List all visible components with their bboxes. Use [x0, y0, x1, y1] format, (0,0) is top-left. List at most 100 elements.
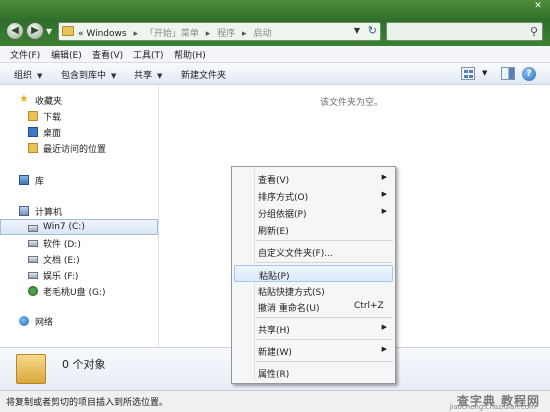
- nav-desktop[interactable]: 桌面: [0, 124, 158, 140]
- nav-label: Win7 (C:): [43, 222, 85, 232]
- nav-computer[interactable]: 计算机: [0, 203, 158, 219]
- nav-network[interactable]: 网络: [0, 313, 158, 329]
- ctx-share[interactable]: 共享(H) ▶: [234, 320, 393, 337]
- preview-pane-icon[interactable]: [501, 67, 515, 80]
- menu-view[interactable]: 查看(V): [92, 48, 123, 61]
- submenu-arrow-icon: ▶: [381, 345, 387, 353]
- menu-tools[interactable]: 工具(T): [133, 48, 164, 61]
- ctx-properties[interactable]: 属性(R): [234, 364, 393, 381]
- drive-icon: [28, 256, 38, 263]
- nav-label: 软件 (D:): [43, 240, 81, 250]
- nav-label: 文档 (E:): [43, 256, 80, 266]
- nav-drive-e[interactable]: 文档 (E:): [0, 251, 158, 267]
- ctx-shortcut: Ctrl+Z: [354, 301, 384, 311]
- menu-file[interactable]: 文件(F): [10, 48, 40, 61]
- context-menu: 查看(V) ▶ 排序方式(O) ▶ 分组依据(P) ▶ 刷新(E) 自定义文件夹…: [231, 166, 396, 384]
- menu-separator: [256, 317, 393, 318]
- nav-label: 网络: [35, 318, 54, 328]
- nav-favorites[interactable]: ★ 收藏夹: [0, 92, 158, 108]
- share-label: 共享: [134, 71, 153, 81]
- forward-button[interactable]: ▶: [26, 22, 44, 40]
- submenu-arrow-icon: ▶: [381, 173, 387, 181]
- nav-recent-places[interactable]: 最近访问的位置: [0, 140, 158, 156]
- nav-drive-f[interactable]: 娱乐 (F:): [0, 267, 158, 283]
- menu-help[interactable]: 帮助(H): [174, 48, 206, 61]
- help-icon[interactable]: ?: [522, 67, 536, 81]
- ctx-group-by[interactable]: 分组依据(P) ▶: [234, 204, 393, 221]
- ctx-label: 查看(V): [258, 176, 290, 186]
- ctx-label: 分组依据(P): [258, 210, 307, 220]
- nav-label: 老毛桃U盘 (G:): [43, 288, 106, 298]
- breadcrumb-item[interactable]: 程序: [217, 29, 235, 39]
- nav-label: 桌面: [43, 129, 62, 139]
- nav-label: 库: [35, 177, 45, 187]
- breadcrumb-item[interactable]: Windows: [86, 29, 126, 39]
- organize-button[interactable]: 组织 ▼: [14, 68, 42, 81]
- search-icon[interactable]: ⚲: [530, 25, 538, 38]
- nav-downloads[interactable]: 下载: [0, 108, 158, 124]
- ctx-view[interactable]: 查看(V) ▶: [234, 170, 393, 187]
- address-history-dropdown[interactable]: ▼: [354, 26, 360, 35]
- ctx-refresh[interactable]: 刷新(E): [234, 221, 393, 238]
- organize-label: 组织: [14, 71, 33, 81]
- search-input[interactable]: ⚲: [386, 22, 543, 41]
- nav-label: 下载: [43, 113, 62, 123]
- menu-separator: [256, 262, 393, 263]
- empty-folder-message: 该文件夹为空。: [320, 98, 384, 108]
- chevron-down-icon: ▼: [111, 72, 117, 80]
- ctx-label: 粘贴(P): [259, 272, 290, 282]
- watermark-url: jiaocheng.chazidian.com: [449, 403, 536, 411]
- ctx-label: 共享(H): [258, 326, 290, 336]
- desktop-icon: [28, 127, 38, 137]
- chevron-down-icon: ▼: [37, 72, 43, 80]
- breadcrumb-separator-icon[interactable]: ▸: [133, 29, 138, 39]
- nav-label: 最近访问的位置: [43, 145, 107, 155]
- ctx-customize-folder[interactable]: 自定义文件夹(F)...: [234, 243, 393, 260]
- library-icon: [19, 175, 29, 185]
- ctx-new[interactable]: 新建(W) ▶: [234, 342, 393, 359]
- address-bar[interactable]: « Windows ▸ 「开始」菜单 ▸ 程序 ▸ 启动 ▼ ↻: [58, 22, 381, 41]
- downloads-folder-icon: [28, 111, 38, 121]
- menu-separator: [256, 339, 393, 340]
- nav-drive-g[interactable]: 老毛桃U盘 (G:): [0, 283, 158, 299]
- recent-pages-dropdown[interactable]: ▼: [46, 27, 52, 36]
- ctx-sort-by[interactable]: 排序方式(O) ▶: [234, 187, 393, 204]
- ctx-label: 排序方式(O): [258, 193, 309, 203]
- navigation-pane: ★ 收藏夹 下载 桌面 最近访问的位置 库 计算机 Win7 (C:) 软件 (…: [0, 85, 159, 347]
- menu-separator: [256, 240, 393, 241]
- view-options-dropdown[interactable]: ▼: [482, 69, 487, 77]
- nav-label: 计算机: [35, 208, 63, 218]
- computer-icon: [19, 206, 29, 216]
- status-bar: 将复制或者剪切的项目插入到所选位置。 查字典 教程网 jiaocheng.cha…: [0, 390, 550, 412]
- ctx-label: 自定义文件夹(F)...: [258, 249, 333, 259]
- share-button[interactable]: 共享 ▼: [134, 68, 162, 81]
- ctx-undo-rename[interactable]: 撤消 重命名(U) Ctrl+Z: [234, 298, 393, 315]
- nav-libraries[interactable]: 库: [0, 172, 158, 188]
- star-icon: ★: [19, 92, 29, 105]
- command-bar: 组织 ▼ 包含到库中 ▼ 共享 ▼ 新建文件夹 ▼ ?: [0, 63, 550, 85]
- close-button[interactable]: ✕: [528, 0, 548, 14]
- include-in-library-button[interactable]: 包含到库中 ▼: [61, 68, 116, 81]
- status-text: 将复制或者剪切的项目插入到所选位置。: [6, 398, 169, 408]
- nav-drive-d[interactable]: 软件 (D:): [0, 235, 158, 251]
- ctx-label: 新建(W): [258, 348, 292, 358]
- breadcrumb-separator-icon[interactable]: ▸: [242, 29, 247, 39]
- ctx-label: 刷新(E): [258, 227, 289, 237]
- new-folder-button[interactable]: 新建文件夹: [181, 68, 226, 81]
- item-count: 0 个对象: [62, 358, 106, 371]
- ctx-paste-shortcut[interactable]: 粘贴快捷方式(S): [234, 282, 393, 299]
- title-bar: ✕ ◀ ▶ ▼ « Windows ▸ 「开始」菜单 ▸ 程序 ▸ 启动 ▼ ↻…: [0, 0, 550, 46]
- ctx-label: 粘贴快捷方式(S): [258, 288, 325, 298]
- breadcrumb-overflow[interactable]: «: [78, 29, 84, 39]
- recent-places-icon: [28, 143, 38, 153]
- breadcrumb-item[interactable]: 「开始」菜单: [145, 29, 199, 39]
- back-button[interactable]: ◀: [6, 22, 24, 40]
- change-view-icon[interactable]: [461, 67, 475, 80]
- breadcrumb-item[interactable]: 启动: [253, 29, 271, 39]
- menu-separator: [256, 361, 393, 362]
- refresh-icon[interactable]: ↻: [368, 24, 377, 37]
- nav-drive-c[interactable]: Win7 (C:): [0, 219, 158, 235]
- menu-edit[interactable]: 编辑(E): [51, 48, 82, 61]
- breadcrumb-separator-icon[interactable]: ▸: [206, 29, 211, 39]
- ctx-paste[interactable]: 粘贴(P): [234, 265, 393, 282]
